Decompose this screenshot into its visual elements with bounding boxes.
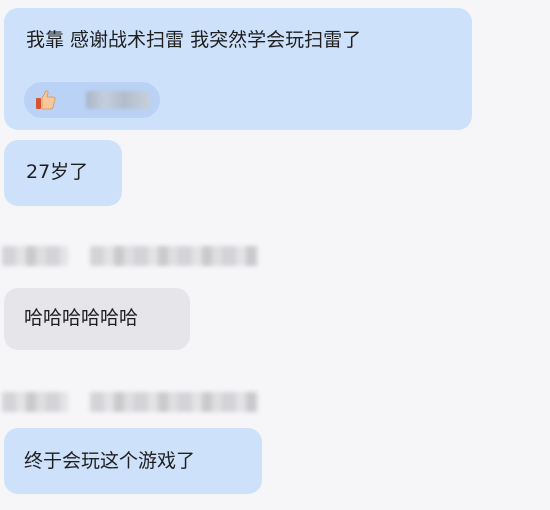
message-bubble[interactable]: 终于会玩这个游戏了 <box>4 428 262 494</box>
sender-name-blurred <box>90 246 258 266</box>
message-text: 27岁了 <box>26 161 89 183</box>
chat-view: 我靠 感谢战术扫雷 我突然学会玩扫雷了 27岁了 哈哈哈哈哈哈 终于会玩这个游戏… <box>0 0 550 510</box>
sender-name-blurred <box>90 392 258 412</box>
thumbs-up-icon <box>36 90 56 110</box>
message-text: 终于会玩这个游戏了 <box>24 450 196 472</box>
sender-avatar-blurred <box>2 246 68 266</box>
reaction-chip[interactable] <box>24 82 160 118</box>
message-bubble[interactable]: 27岁了 <box>4 140 122 206</box>
message-text: 哈哈哈哈哈哈 <box>24 307 139 329</box>
message-text: 我靠 感谢战术扫雷 我突然学会玩扫雷了 <box>26 29 362 51</box>
message-bubble[interactable]: 我靠 感谢战术扫雷 我突然学会玩扫雷了 <box>4 8 472 130</box>
reaction-user-blurred <box>86 91 150 109</box>
sender-avatar-blurred <box>2 392 68 412</box>
message-bubble[interactable]: 哈哈哈哈哈哈 <box>4 288 190 350</box>
